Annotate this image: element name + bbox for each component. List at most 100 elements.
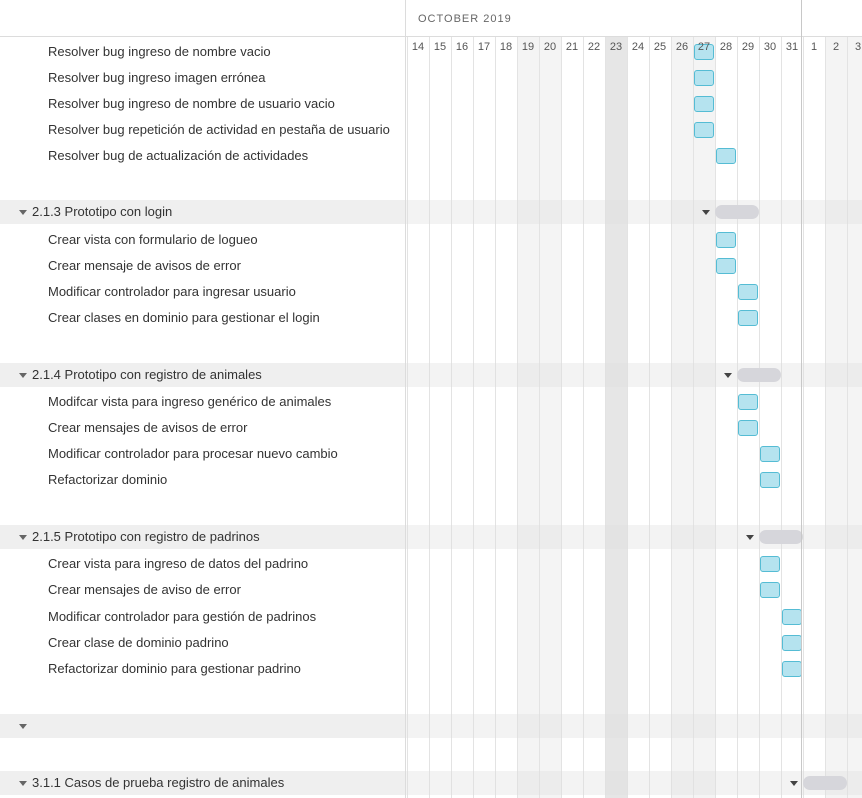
task-bar[interactable] bbox=[782, 661, 802, 677]
day-number: 18 bbox=[499, 41, 513, 53]
task-bar[interactable] bbox=[760, 556, 780, 572]
date-divider bbox=[801, 0, 802, 798]
task-label: Crear vista con formulario de logueo bbox=[48, 232, 258, 247]
task-label: Crear clases en dominio para gestionar e… bbox=[48, 310, 320, 325]
task-list-pane: Resolver bug ingreso de nombre vacio Reso… bbox=[0, 0, 406, 798]
day-column bbox=[737, 36, 759, 798]
task-row[interactable]: Crear mensajes de avisos de error bbox=[0, 416, 405, 440]
summary-caret-icon[interactable] bbox=[702, 210, 710, 215]
task-row[interactable]: Refactorizar dominio bbox=[0, 468, 405, 492]
section-label: 2.1.3 Prototipo con login bbox=[32, 204, 173, 219]
month-label: OCTOBER 2019 bbox=[418, 13, 512, 25]
task-label: Modificar controlador para procesar nuev… bbox=[48, 446, 338, 461]
summary-caret-icon[interactable] bbox=[790, 781, 798, 786]
task-row[interactable]: Resolver bug ingreso de nombre de usuari… bbox=[0, 92, 405, 116]
day-column bbox=[495, 36, 517, 798]
task-bar[interactable] bbox=[738, 420, 758, 436]
day-number: 25 bbox=[653, 41, 667, 53]
task-row[interactable]: Modificar controlador para procesar nuev… bbox=[0, 442, 405, 466]
day-number: 24 bbox=[631, 41, 645, 53]
day-column bbox=[407, 36, 429, 798]
collapse-caret-icon[interactable] bbox=[19, 373, 27, 378]
day-number: 1 bbox=[810, 41, 818, 53]
day-columns bbox=[406, 36, 862, 798]
day-number: 30 bbox=[763, 41, 777, 53]
section-label: 2.1.5 Prototipo con registro de padrinos bbox=[32, 529, 260, 544]
task-bar[interactable] bbox=[694, 96, 714, 112]
task-label: Crear mensajes de avisos de error bbox=[48, 420, 248, 435]
task-row[interactable]: Crear clase de dominio padrino bbox=[0, 631, 405, 655]
collapse-caret-icon[interactable] bbox=[19, 724, 27, 729]
section-row[interactable]: 2.1.5 Prototipo con registro de padrinos bbox=[0, 525, 405, 549]
collapse-caret-icon[interactable] bbox=[19, 535, 27, 540]
task-bar[interactable] bbox=[782, 635, 802, 651]
day-column bbox=[627, 36, 649, 798]
task-row[interactable]: Crear vista con formulario de logueo bbox=[0, 228, 405, 252]
day-column bbox=[803, 36, 825, 798]
day-number: 23 bbox=[609, 41, 623, 53]
section-band bbox=[406, 200, 862, 224]
day-number: 19 bbox=[521, 41, 535, 53]
task-row[interactable]: Crear mensajes de aviso de error bbox=[0, 578, 405, 602]
task-bar[interactable] bbox=[738, 394, 758, 410]
task-label: Crear mensaje de avisos de error bbox=[48, 258, 241, 273]
summary-bar[interactable] bbox=[759, 530, 803, 544]
summary-bar[interactable] bbox=[737, 368, 781, 382]
summary-caret-icon[interactable] bbox=[746, 535, 754, 540]
task-bar[interactable] bbox=[738, 310, 758, 326]
task-bar[interactable] bbox=[738, 284, 758, 300]
day-column bbox=[671, 36, 693, 798]
summary-caret-icon[interactable] bbox=[724, 373, 732, 378]
timeline-header: OCTOBER 2019 bbox=[406, 0, 862, 37]
task-row[interactable]: Crear clases en dominio para gestionar e… bbox=[0, 306, 405, 330]
task-bar[interactable] bbox=[782, 609, 802, 625]
task-label: Crear vista para ingreso de datos del pa… bbox=[48, 556, 309, 571]
day-column bbox=[693, 36, 715, 798]
task-row[interactable]: Resolver bug de actualización de activid… bbox=[0, 144, 405, 168]
day-number: 22 bbox=[587, 41, 601, 53]
task-bar[interactable] bbox=[716, 148, 736, 164]
task-row[interactable]: Resolver bug repetición de actividad en … bbox=[0, 118, 405, 142]
day-number: 31 bbox=[785, 41, 799, 53]
task-bar[interactable] bbox=[694, 122, 714, 138]
day-number: 3 bbox=[854, 41, 862, 53]
task-bar[interactable] bbox=[716, 232, 736, 248]
day-column bbox=[759, 36, 781, 798]
day-column bbox=[451, 36, 473, 798]
day-column bbox=[583, 36, 605, 798]
task-bar[interactable] bbox=[716, 258, 736, 274]
task-bar[interactable] bbox=[760, 472, 780, 488]
task-bar[interactable] bbox=[760, 446, 780, 462]
day-number: 21 bbox=[565, 41, 579, 53]
task-bar[interactable] bbox=[760, 582, 780, 598]
task-row[interactable]: Modificar controlador para gestión de pa… bbox=[0, 605, 405, 629]
day-number: 27 bbox=[697, 41, 711, 53]
task-row[interactable]: Crear mensaje de avisos de error bbox=[0, 254, 405, 278]
summary-bar[interactable] bbox=[715, 205, 759, 219]
task-row[interactable]: Resolver bug ingreso imagen errónea bbox=[0, 66, 405, 90]
task-label: Resolver bug ingreso de nombre de usuari… bbox=[48, 96, 335, 111]
summary-bar[interactable] bbox=[803, 776, 847, 790]
task-row[interactable]: Resolver bug ingreso de nombre vacio bbox=[0, 40, 405, 64]
day-number: 2 bbox=[832, 41, 840, 53]
section-row[interactable]: 2.1.3 Prototipo con login bbox=[0, 200, 405, 224]
task-label: Modifcar vista para ingreso genérico de … bbox=[48, 394, 332, 409]
day-number: 16 bbox=[455, 41, 469, 53]
section-row[interactable]: 3.1.1 Casos de prueba registro de animal… bbox=[0, 771, 405, 795]
section-row[interactable]: 2.1.4 Prototipo con registro de animales bbox=[0, 363, 405, 387]
collapse-caret-icon[interactable] bbox=[19, 781, 27, 786]
day-number: 14 bbox=[411, 41, 425, 53]
gantt-chart: OCTOBER 2019 14 15 16 17 18 19 20 21 22 23 24 25 26 2… bbox=[406, 0, 862, 798]
collapse-caret-icon[interactable] bbox=[19, 210, 27, 215]
section-row[interactable] bbox=[0, 714, 405, 738]
task-row[interactable]: Modifcar vista para ingreso genérico de … bbox=[0, 390, 405, 414]
task-row[interactable]: Modificar controlador para ingresar usua… bbox=[0, 280, 405, 304]
day-column bbox=[649, 36, 671, 798]
day-number: 28 bbox=[719, 41, 733, 53]
task-row[interactable]: Refactorizar dominio para gestionar padr… bbox=[0, 657, 405, 681]
day-column bbox=[539, 36, 561, 798]
task-label: Refactorizar dominio bbox=[48, 472, 168, 487]
day-number: 29 bbox=[741, 41, 755, 53]
task-bar[interactable] bbox=[694, 70, 714, 86]
task-row[interactable]: Crear vista para ingreso de datos del pa… bbox=[0, 552, 405, 576]
